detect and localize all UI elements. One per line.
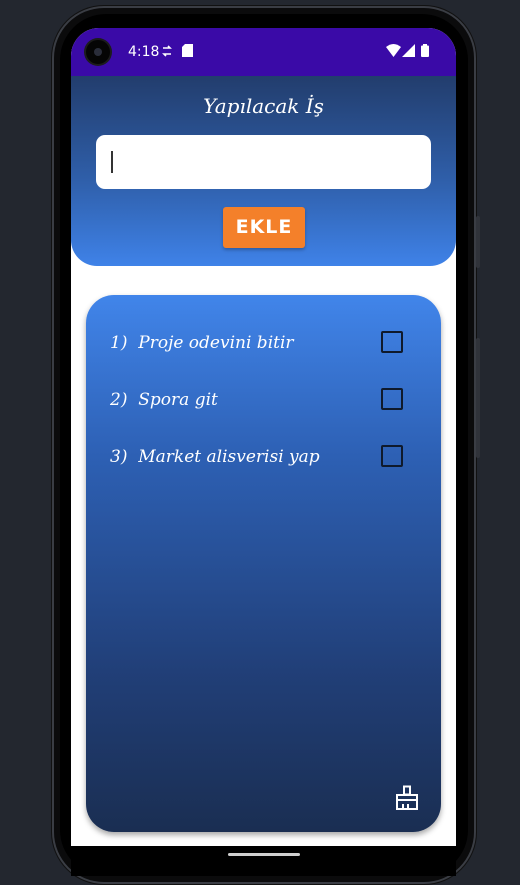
- signal-icon: [402, 44, 415, 62]
- volume-button: [476, 338, 480, 458]
- task-checkbox[interactable]: [381, 331, 403, 353]
- front-camera: [86, 40, 110, 64]
- power-button: [476, 216, 480, 268]
- task-label: 2) Spora git: [110, 390, 218, 410]
- status-time: 4:18: [128, 44, 160, 60]
- list-item: 1) Proje odevini bitir: [110, 329, 420, 359]
- broom-icon[interactable]: [394, 785, 420, 811]
- add-button[interactable]: EKLE: [223, 207, 305, 248]
- task-checkbox[interactable]: [381, 388, 403, 410]
- page-title: Yapılacak İş: [203, 94, 324, 118]
- home-gesture-handle[interactable]: [228, 853, 300, 856]
- task-label: 1) Proje odevini bitir: [110, 333, 294, 353]
- navigation-bar: [71, 846, 456, 876]
- wifi-icon: [386, 44, 401, 62]
- app-screen: 4:18 Yapılacak İş EKLE 1) Proje odevini …: [71, 28, 456, 846]
- text-caret: [111, 151, 113, 173]
- sd-card-icon: [182, 44, 193, 62]
- list-item: 3) Market alisverisi yap: [110, 443, 420, 473]
- sync-icon: [161, 44, 173, 63]
- task-checkbox[interactable]: [381, 445, 403, 467]
- task-label: 3) Market alisverisi yap: [110, 447, 320, 467]
- status-bar: 4:18: [71, 28, 456, 76]
- task-list-card: 1) Proje odevini bitir 2) Spora git 3) M…: [86, 295, 441, 832]
- list-item: 2) Spora git: [110, 386, 420, 416]
- battery-icon: [421, 44, 429, 62]
- input-header: Yapılacak İş EKLE: [71, 76, 456, 266]
- task-input[interactable]: [96, 135, 431, 189]
